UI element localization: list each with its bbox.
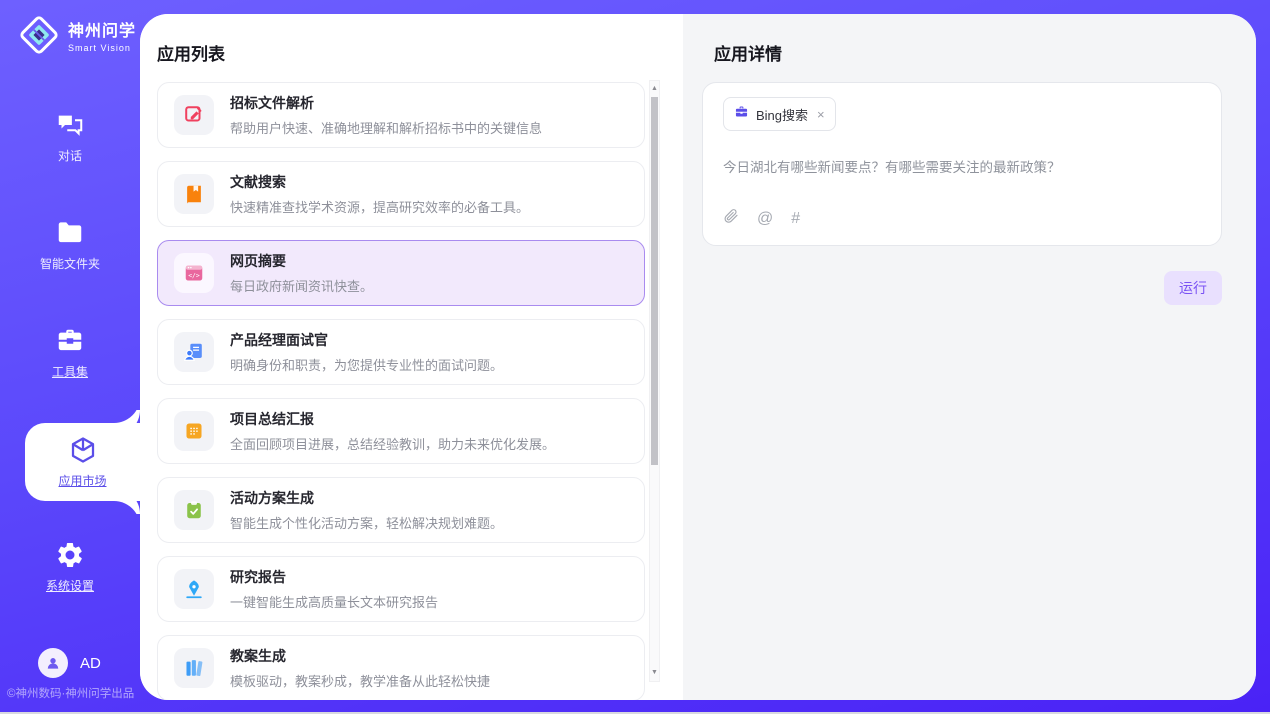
app-card-desc: 一键智能生成高质量长文本研究报告 bbox=[230, 592, 438, 611]
sidebar-item-label: 系统设置 bbox=[46, 577, 94, 594]
app-card-list: 招标文件解析 帮助用户快速、准确地理解和解析招标书中的关键信息 文献搜索 快速精… bbox=[157, 82, 645, 700]
tool-tag-bing-search[interactable]: Bing搜索 × bbox=[723, 97, 836, 131]
app-card[interactable]: 产品经理面试官 明确身份和职责，为您提供专业性的面试问题。 bbox=[157, 319, 645, 385]
app-card[interactable]: 教案生成 模板驱动，教案秒成，教学准备从此轻松快捷 bbox=[157, 635, 645, 700]
brand-name: 神州问学 bbox=[68, 17, 136, 41]
app-card[interactable]: 活动方案生成 智能生成个性化活动方案，轻松解决规划难题。 bbox=[157, 477, 645, 543]
scroll-down-icon[interactable]: ▼ bbox=[650, 667, 659, 679]
briefcase-icon bbox=[734, 104, 749, 124]
app-card-title: 项目总结汇报 bbox=[230, 409, 555, 429]
app-card-desc: 智能生成个性化活动方案，轻松解决规划难题。 bbox=[230, 513, 503, 532]
app-card-title: 教案生成 bbox=[230, 646, 490, 666]
research-icon bbox=[174, 569, 214, 609]
books-icon bbox=[174, 648, 214, 688]
app-card-title: 文献搜索 bbox=[230, 172, 529, 192]
app-detail-title: 应用详情 bbox=[714, 40, 782, 65]
scrollbar-thumb[interactable] bbox=[651, 97, 658, 465]
run-button[interactable]: 运行 bbox=[1164, 271, 1222, 305]
attachment-icon[interactable] bbox=[723, 208, 739, 229]
clipboard-check-icon bbox=[174, 490, 214, 530]
brand-subtitle: Smart Vision bbox=[68, 43, 136, 53]
app-card-desc: 帮助用户快速、准确地理解和解析招标书中的关键信息 bbox=[230, 118, 542, 137]
user-avatar-icon bbox=[38, 648, 68, 678]
sidebar-item-label: 对话 bbox=[58, 147, 82, 164]
main-panel: 应用列表 招标文件解析 帮助用户快速、准确地理解和解析招标书中的关键信息 文献搜… bbox=[140, 14, 1256, 700]
user-name: AD bbox=[80, 655, 101, 672]
book-icon bbox=[174, 174, 214, 214]
prompt-card: Bing搜索 × 今日湖北有哪些新闻要点？有哪些需要关注的最新政策？ @ # bbox=[702, 82, 1222, 246]
folder-icon bbox=[55, 218, 85, 248]
copyright: ©神州数码·神州问学出品 bbox=[7, 685, 134, 701]
app-card[interactable]: 招标文件解析 帮助用户快速、准确地理解和解析招标书中的关键信息 bbox=[157, 82, 645, 148]
app-card-desc: 全面回顾项目进展，总结经验教训，助力未来优化发展。 bbox=[230, 434, 555, 453]
app-card-title: 活动方案生成 bbox=[230, 488, 503, 508]
composer-toolbar: @ # bbox=[723, 208, 1201, 231]
sidebar-item-settings[interactable]: 系统设置 bbox=[0, 540, 140, 594]
brand: 神州问学 Smart Vision bbox=[18, 14, 136, 56]
mention-icon[interactable]: @ bbox=[757, 211, 773, 227]
prompt-text[interactable]: 今日湖北有哪些新闻要点？有哪些需要关注的最新政策？ bbox=[723, 156, 1201, 208]
app-card-title: 招标文件解析 bbox=[230, 93, 542, 113]
scrollbar[interactable]: ▲ ▼ bbox=[649, 80, 660, 682]
brand-logo-icon bbox=[18, 14, 60, 56]
app-card[interactable]: 项目总结汇报 全面回顾项目进展，总结经验教训，助力未来优化发展。 bbox=[157, 398, 645, 464]
sidebar-item-chat[interactable]: 对话 bbox=[0, 110, 140, 164]
tag-close-icon[interactable]: × bbox=[817, 108, 825, 121]
app-card[interactable]: 文献搜索 快速精准查找学术资源，提高研究效率的必备工具。 bbox=[157, 161, 645, 227]
cube-icon bbox=[68, 435, 98, 465]
sidebar-item-label: 工具集 bbox=[52, 363, 88, 380]
chat-icon bbox=[55, 110, 85, 140]
app-card-desc: 快速精准查找学术资源，提高研究效率的必备工具。 bbox=[230, 197, 529, 216]
gear-icon bbox=[55, 540, 85, 570]
doc-edit-icon bbox=[174, 95, 214, 135]
app-card-desc: 每日政府新闻资讯快查。 bbox=[230, 276, 373, 295]
sidebar-item-label: 应用市场 bbox=[58, 472, 106, 489]
app-detail-panel: 应用详情 Bing搜索 × 今日湖北有哪些新闻要点？有哪些需要关注的最新政策？ … bbox=[683, 14, 1256, 700]
hash-icon[interactable]: # bbox=[791, 211, 800, 227]
app-card[interactable]: 研究报告 一键智能生成高质量长文本研究报告 bbox=[157, 556, 645, 622]
app-card-desc: 模板驱动，教案秒成，教学准备从此轻松快捷 bbox=[230, 671, 490, 690]
app-card[interactable]: </> 网页摘要 每日政府新闻资讯快查。 bbox=[157, 240, 645, 306]
scroll-up-icon[interactable]: ▲ bbox=[650, 83, 659, 95]
note-icon bbox=[174, 411, 214, 451]
sidebar-item-toolset[interactable]: 工具集 bbox=[0, 326, 140, 380]
svg-text:</>: </> bbox=[188, 271, 200, 279]
app-list-panel: 应用列表 招标文件解析 帮助用户快速、准确地理解和解析招标书中的关键信息 文献搜… bbox=[140, 14, 683, 700]
sidebar: 神州问学 Smart Vision 对话 智能文件夹 工具集 应用市场 系统设置… bbox=[0, 0, 140, 714]
toolbox-icon bbox=[55, 326, 85, 356]
sidebar-item-smart-folder[interactable]: 智能文件夹 bbox=[0, 218, 140, 272]
sidebar-item-app-market[interactable]: 应用市场 bbox=[25, 423, 140, 501]
interview-icon bbox=[174, 332, 214, 372]
tool-tag-label: Bing搜索 bbox=[756, 105, 808, 124]
sidebar-item-label: 智能文件夹 bbox=[40, 255, 100, 272]
app-list-title: 应用列表 bbox=[157, 40, 225, 65]
app-card-title: 网页摘要 bbox=[230, 251, 373, 271]
user-row[interactable]: AD bbox=[38, 648, 101, 678]
app-card-title: 产品经理面试官 bbox=[230, 330, 503, 350]
app-card-desc: 明确身份和职责，为您提供专业性的面试问题。 bbox=[230, 355, 503, 374]
browser-code-icon: </> bbox=[174, 253, 214, 293]
app-card-title: 研究报告 bbox=[230, 567, 438, 587]
